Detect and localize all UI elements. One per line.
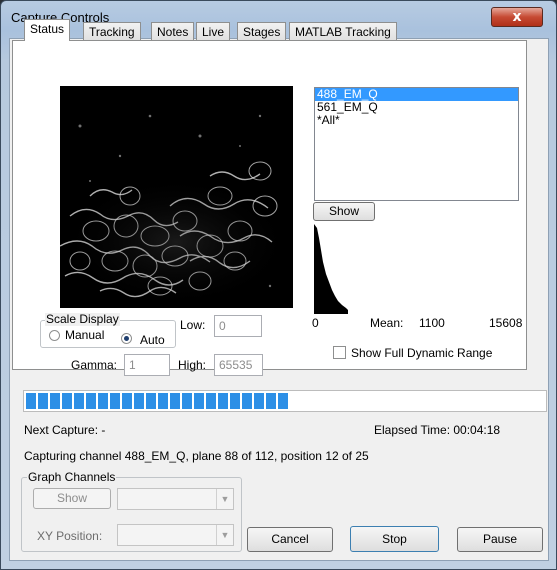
tab-tracking[interactable]: Tracking — [83, 22, 141, 41]
elapsed-time-text: Elapsed Time: 00:04:18 — [374, 423, 501, 437]
gamma-label: Gamma: — [71, 358, 118, 372]
xy-position-dropdown[interactable]: ▼ — [117, 524, 234, 546]
progress-segment — [26, 393, 36, 409]
tab-stages[interactable]: Stages — [237, 22, 287, 41]
capture-preview-image — [60, 86, 293, 308]
progress-segment — [38, 393, 48, 409]
pause-button[interactable]: Pause — [457, 527, 543, 552]
progress-segment — [62, 393, 72, 409]
progress-segment — [206, 393, 216, 409]
progress-segment — [110, 393, 120, 409]
tab-live[interactable]: Live — [196, 22, 231, 41]
progress-segment — [278, 393, 288, 409]
next-capture-text: Next Capture: - — [24, 423, 106, 437]
progress-segment — [158, 393, 168, 409]
show-full-range-checkbox[interactable] — [333, 346, 346, 359]
progress-segment — [218, 393, 228, 409]
auto-radio[interactable] — [121, 333, 132, 344]
tab-matlab-tracking[interactable]: MATLAB Tracking — [289, 22, 397, 41]
dropdown-arrow-icon: ▼ — [216, 489, 233, 509]
capture-progress-bar — [23, 390, 547, 412]
progress-segment — [182, 393, 192, 409]
progress-fill — [26, 393, 288, 409]
progress-segment — [98, 393, 108, 409]
dropdown-arrow-icon: ▼ — [216, 525, 233, 545]
histogram-curve — [314, 224, 348, 314]
progress-segment — [74, 393, 84, 409]
capture-status-message: Capturing channel 488_EM_Q, plane 88 of … — [24, 449, 369, 463]
histogram-min-label: 0 — [312, 316, 319, 330]
progress-segment — [266, 393, 276, 409]
gamma-field[interactable]: 1 — [124, 354, 170, 376]
low-field[interactable]: 0 — [214, 315, 262, 337]
progress-segment — [242, 393, 252, 409]
graph-channels-title: Graph Channels — [27, 470, 117, 484]
progress-segment — [134, 393, 144, 409]
scale-display-title: Scale Display — [45, 312, 120, 326]
intensity-histogram — [314, 224, 518, 314]
progress-segment — [230, 393, 240, 409]
high-field[interactable]: 65535 — [214, 354, 263, 376]
auto-label: Auto — [140, 333, 165, 347]
progress-segment — [50, 393, 60, 409]
manual-radio[interactable] — [49, 330, 60, 341]
tab-status[interactable]: Status — [24, 19, 71, 41]
progress-segment — [146, 393, 156, 409]
graph-show-button[interactable]: Show — [33, 488, 111, 509]
manual-label: Manual — [65, 328, 105, 342]
progress-segment — [194, 393, 204, 409]
channel-item-all[interactable]: *All* — [315, 114, 518, 127]
low-label: Low: — [180, 318, 206, 332]
show-full-range-label: Show Full Dynamic Range — [351, 346, 493, 360]
close-button[interactable]: x — [491, 7, 543, 27]
progress-segment — [170, 393, 180, 409]
tab-notes[interactable]: Notes — [151, 22, 195, 41]
histogram-mean-label: Mean: — [370, 316, 404, 330]
xy-position-label: XY Position: — [37, 529, 103, 543]
progress-segment — [86, 393, 96, 409]
high-label: High: — [178, 358, 207, 372]
histogram-max-label: 15608 — [489, 316, 523, 330]
channel-item-561[interactable]: 561_EM_Q — [315, 101, 518, 114]
histogram-mean-value: 1100 — [419, 316, 445, 330]
cancel-button[interactable]: Cancel — [247, 527, 333, 552]
close-icon: x — [512, 9, 522, 25]
progress-segment — [254, 393, 264, 409]
graph-channel-dropdown[interactable]: ▼ — [117, 488, 234, 510]
progress-segment — [122, 393, 132, 409]
channel-list[interactable]: 488_EM_Q 561_EM_Q *All* — [314, 87, 519, 201]
channel-show-button[interactable]: Show — [313, 202, 375, 221]
stop-button[interactable]: Stop — [350, 526, 439, 552]
